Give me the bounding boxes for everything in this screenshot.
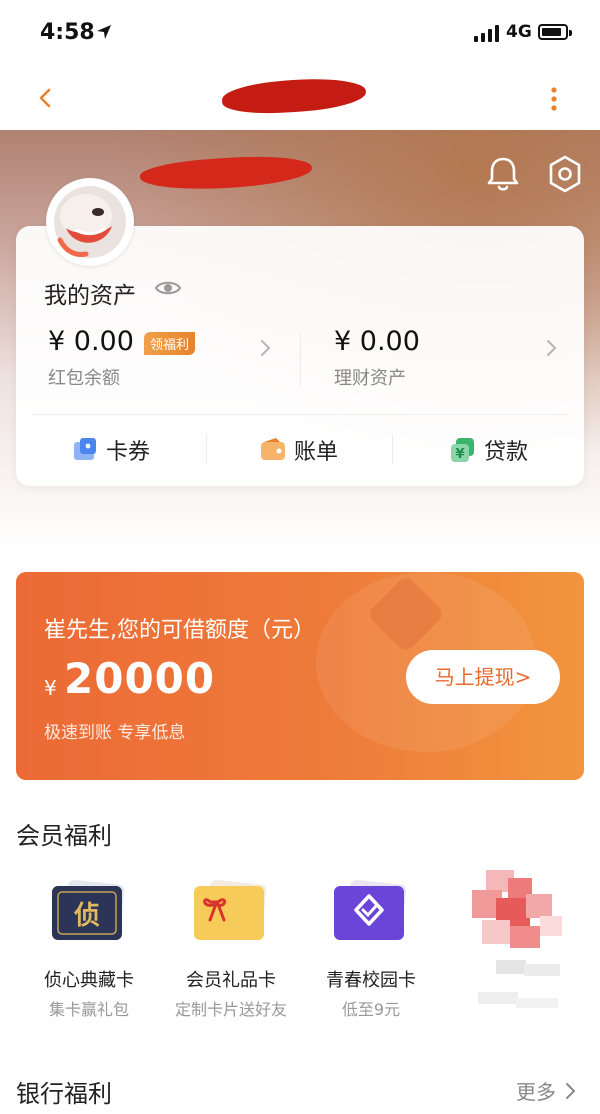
network-type: 4G: [506, 22, 532, 42]
loan-title: 崔先生,您的可借额度（元）: [44, 618, 315, 643]
member-benefits-title: 会员福利: [16, 822, 112, 850]
red-packet-label: 红包余额: [48, 368, 120, 389]
status-time: 4:58: [40, 20, 95, 45]
benefit-item-gift-card[interactable]: 会员礼品卡 定制卡片送好友: [156, 880, 306, 1030]
gift-card-icon: [194, 880, 267, 940]
svg-text:侦: 侦: [74, 901, 100, 931]
signal-strength-icon: [474, 25, 500, 42]
withdraw-button[interactable]: 马上提现>: [406, 650, 560, 704]
shortcut-bills-label: 账单: [294, 440, 339, 465]
shortcut-loans[interactable]: ¥ 贷款: [448, 430, 528, 470]
more-options-icon[interactable]: [544, 86, 564, 112]
divider: [32, 414, 568, 415]
chevron-right-icon: [566, 1082, 576, 1099]
more-label: 更多: [516, 1080, 556, 1104]
benefit-title: 青春校园卡: [326, 970, 416, 991]
shortcut-loans-label: 贷款: [484, 440, 529, 465]
benefit-subtitle: 定制卡片送好友: [174, 1000, 287, 1019]
asset-title: 我的资产: [44, 283, 136, 309]
shortcut-bills[interactable]: 账单: [258, 430, 338, 470]
benefit-item-collector-card[interactable]: 侦 侦心典藏卡 集卡赢礼包: [14, 880, 164, 1030]
wealth-assets[interactable]: ¥ 0.00 理财资产: [334, 326, 574, 396]
red-packet-amount: ¥ 0.00: [48, 326, 134, 357]
benefit-subtitle: 集卡赢礼包: [48, 1000, 129, 1019]
red-packet-balance[interactable]: ¥ 0.00 领福利 红包余额: [48, 326, 288, 396]
svg-text:¥: ¥: [455, 447, 464, 462]
chevron-right-icon: [261, 340, 271, 356]
welfare-badge[interactable]: 领福利: [144, 332, 196, 355]
benefit-title: 侦心典藏卡: [44, 970, 134, 991]
location-arrow-icon: [97, 25, 111, 39]
bank-benefits-title: 银行福利: [16, 1080, 112, 1108]
benefit-item-campus-card[interactable]: 青春校园卡 低至9元: [296, 880, 446, 1030]
loan-banner[interactable]: 崔先生,您的可借额度（元） ¥ 20000 极速到账 专享低息 马上提现>: [16, 572, 584, 780]
wealth-label: 理财资产: [334, 368, 406, 389]
loan-subtitle: 极速到账 专享低息: [44, 723, 186, 743]
blurred-benefit-item: [472, 870, 562, 1008]
nav-title-redacted: [221, 76, 367, 116]
asset-card: 我的资产 ¥ 0.00 领福利 红包余额 ¥ 0.00 理财资产 卡券 账单 ¥…: [16, 226, 584, 486]
loan-icon: ¥: [451, 438, 474, 462]
coupon-icon: [74, 438, 96, 460]
eye-icon[interactable]: [154, 278, 182, 298]
loan-currency: ¥: [44, 676, 57, 700]
mascot-avatar-icon: [54, 186, 126, 258]
bell-icon[interactable]: [484, 154, 522, 194]
divider: [300, 334, 301, 386]
divider: [206, 434, 207, 464]
divider: [392, 434, 393, 464]
settings-icon[interactable]: [546, 154, 584, 194]
collector-card-icon: 侦: [52, 880, 125, 940]
benefit-subtitle: 低至9元: [341, 1000, 401, 1019]
wealth-amount: ¥ 0.00: [334, 326, 420, 357]
benefit-title: 会员礼品卡: [186, 970, 276, 991]
shortcut-coupons-label: 卡券: [106, 440, 151, 465]
more-link[interactable]: 更多: [516, 1076, 576, 1105]
avatar[interactable]: [46, 178, 134, 266]
campus-card-icon: [334, 880, 407, 940]
nav-bar: [0, 66, 600, 130]
loan-amount: 20000: [64, 654, 216, 703]
wallet-icon: [261, 438, 285, 460]
battery-icon: [538, 24, 572, 40]
status-bar: 4:58 4G: [0, 0, 600, 66]
shortcut-coupons[interactable]: 卡券: [70, 430, 150, 470]
chevron-right-icon: [547, 340, 557, 356]
back-icon[interactable]: [36, 88, 56, 108]
